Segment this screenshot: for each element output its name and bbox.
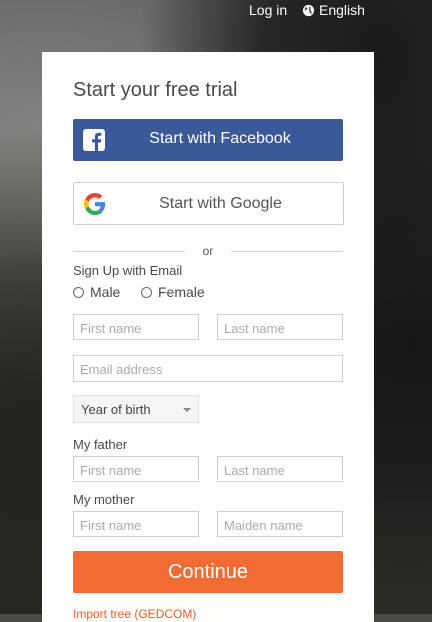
- login-link[interactable]: Log in: [249, 2, 287, 18]
- radio-circle: [73, 286, 84, 298]
- google-signup-button[interactable]: Start with Google: [73, 182, 344, 225]
- last-name-input[interactable]: Last name: [217, 314, 343, 340]
- globe-icon: [302, 4, 315, 16]
- signup-email-label: Sign Up with Email: [73, 263, 183, 278]
- father-last-name-input[interactable]: Last name: [217, 456, 343, 482]
- mother-section-label: My mother: [73, 492, 135, 507]
- birth-year-label: Year of birth: [81, 402, 151, 417]
- email-input[interactable]: Email address: [73, 355, 343, 382]
- continue-button[interactable]: Continue: [73, 551, 343, 593]
- father-first-name-input[interactable]: First name: [73, 456, 199, 482]
- page-title: Start your free trial: [73, 79, 238, 101]
- radio-label: Male: [90, 284, 121, 300]
- facebook-signup-button[interactable]: Start with Facebook: [73, 119, 343, 161]
- signup-panel: Start your free trial Start with Faceboo…: [42, 52, 374, 622]
- or-divider: or: [73, 244, 343, 258]
- gender-radio-female[interactable]: Female: [141, 284, 205, 300]
- facebook-button-label: Start with Facebook: [149, 130, 291, 147]
- top-bar: Log in English: [0, 0, 432, 22]
- father-section-label: My father: [73, 437, 128, 452]
- divider-line: [231, 251, 343, 252]
- mother-first-name-input[interactable]: First name: [73, 511, 199, 537]
- mother-maiden-name-input[interactable]: Maiden name: [217, 511, 343, 537]
- radio-circle: [141, 286, 152, 298]
- language-label: English: [319, 2, 365, 18]
- radio-label: Female: [158, 284, 205, 300]
- chevron-down-icon: [183, 408, 191, 412]
- google-button-label: Start with Google: [159, 195, 282, 212]
- import-tree-link[interactable]: Import tree (GEDCOM): [73, 607, 196, 621]
- language-selector[interactable]: English: [302, 2, 365, 18]
- first-name-input[interactable]: First name: [73, 314, 199, 340]
- birth-year-select[interactable]: Year of birth: [73, 395, 199, 423]
- gender-radio-male[interactable]: Male: [73, 284, 120, 300]
